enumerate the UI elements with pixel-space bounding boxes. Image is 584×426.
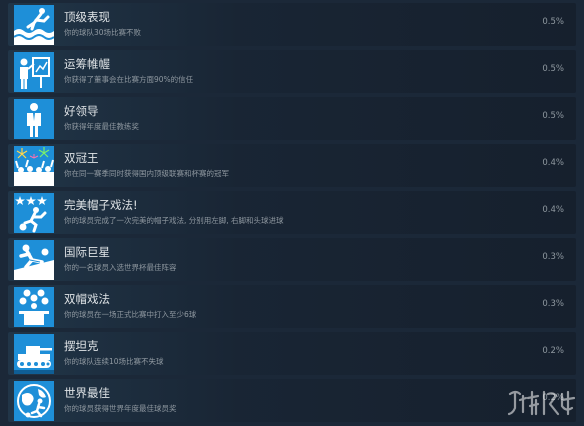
achievement-percentage: 0.5%	[542, 64, 564, 74]
magic-hat-icon	[14, 287, 54, 327]
site-logo-watermark	[506, 386, 578, 420]
achievement-title: 摆坦克	[64, 339, 99, 353]
fireworks-crowd-icon	[14, 146, 54, 186]
achievement-row[interactable]: 完美帽子戏法! 你的球员完成了一次完美的帽子戏法, 分别用左脚, 右脚和头球进球…	[8, 191, 576, 234]
achievement-description: 你获得了董事会在比赛方面90%的信任	[64, 75, 194, 84]
globe-player-icon	[14, 381, 54, 421]
achievement-title: 世界最佳	[64, 386, 110, 400]
achievement-title: 好领导	[64, 104, 99, 118]
achievement-percentage: 0.4%	[542, 158, 564, 168]
achievement-row[interactable]: 世界最佳 你的球员获得世界年度最佳球员奖 0.2%	[8, 379, 576, 422]
achievement-percentage: 0.2%	[542, 346, 564, 356]
suited-manager-icon	[14, 99, 54, 139]
achievement-description: 你获得年度最佳教练奖	[64, 122, 139, 131]
achievement-row[interactable]: 运筹帷幄 你获得了董事会在比赛方面90%的信任 0.5%	[8, 50, 576, 93]
swimmer-waves-icon	[14, 5, 54, 45]
achievement-row[interactable]: 双冠王 你在同一赛季同时获得国内顶级联赛和杯赛的冠军 0.4%	[8, 144, 576, 187]
presenter-board-icon	[14, 52, 54, 92]
achievement-description: 你的球员完成了一次完美的帽子戏法, 分别用左脚, 右脚和头球进球	[64, 216, 284, 225]
achievement-row[interactable]: 好领导 你获得年度最佳教练奖 0.5%	[8, 97, 576, 140]
achievement-title: 顶级表现	[64, 10, 110, 24]
achievement-row[interactable]: 顶级表现 你的球队30场比赛不败 0.5%	[8, 3, 576, 46]
achievement-description: 你的球员获得世界年度最佳球员奖	[64, 404, 177, 413]
achievement-percentage: 0.4%	[542, 205, 564, 215]
achievement-title: 双帽戏法	[64, 292, 110, 306]
achievement-description: 你的一名球员入选世界杯最佳阵容	[64, 263, 177, 272]
achievement-percentage: 0.5%	[542, 111, 564, 121]
achievement-row[interactable]: 双帽戏法 你的球员在一场正式比赛中打入至少6球 0.3%	[8, 285, 576, 328]
achievement-row[interactable]: 摆坦克 你的球队连续10场比赛不失球 0.2%	[8, 332, 576, 375]
three-stars-player-icon	[14, 193, 54, 233]
achievement-title: 运筹帷幄	[64, 57, 110, 71]
achievement-title: 国际巨星	[64, 245, 110, 259]
achievement-percentage: 0.3%	[542, 252, 564, 262]
sliding-player-icon	[14, 240, 54, 280]
achievement-description: 你的球队30场比赛不败	[64, 28, 142, 37]
tank-icon	[14, 334, 54, 374]
achievement-percentage: 0.5%	[542, 17, 564, 27]
achievement-row[interactable]: 国际巨星 你的一名球员入选世界杯最佳阵容 0.3%	[8, 238, 576, 281]
achievement-title: 双冠王	[64, 151, 99, 165]
achievement-description: 你的球员在一场正式比赛中打入至少6球	[64, 310, 197, 319]
achievement-description: 你的球队连续10场比赛不失球	[64, 357, 164, 366]
achievement-percentage: 0.3%	[542, 299, 564, 309]
achievement-title: 完美帽子戏法!	[64, 198, 138, 212]
achievement-description: 你在同一赛季同时获得国内顶级联赛和杯赛的冠军	[64, 169, 229, 178]
